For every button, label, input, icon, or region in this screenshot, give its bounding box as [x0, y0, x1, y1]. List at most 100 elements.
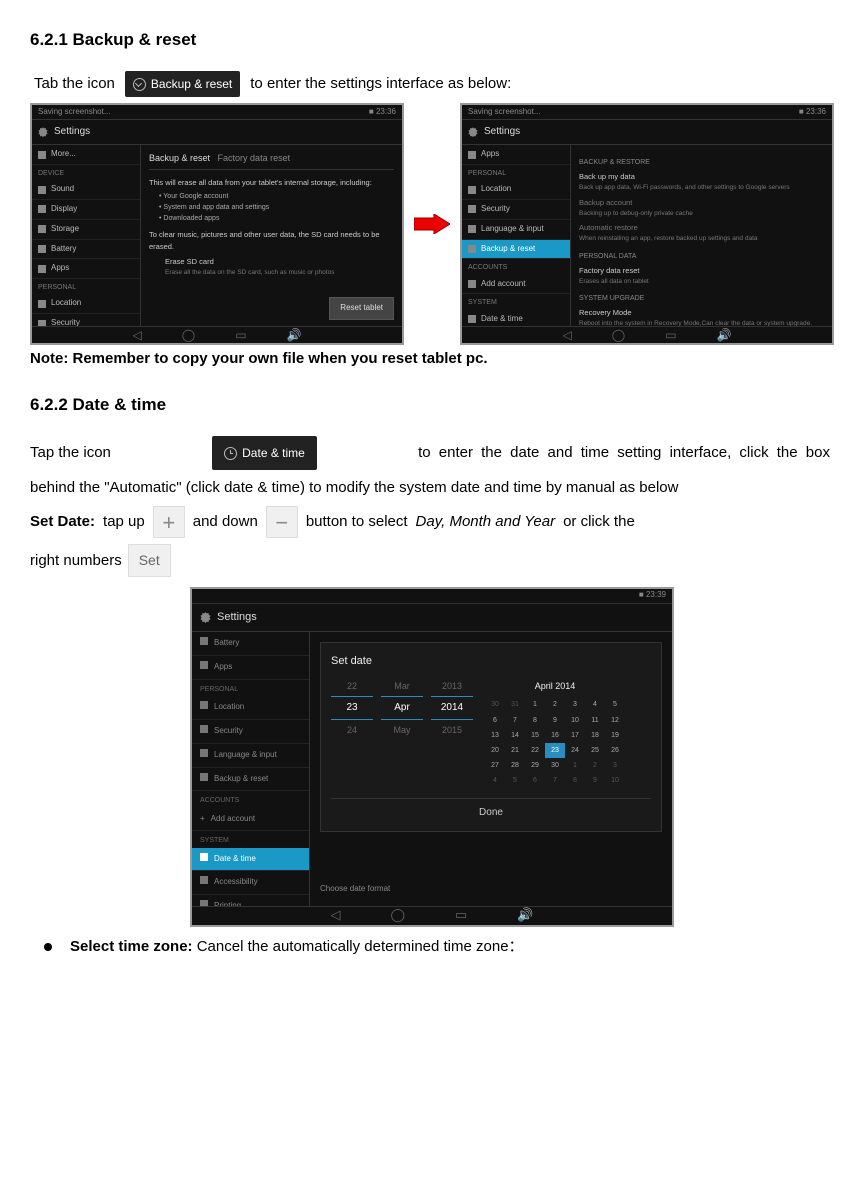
sidebar-item: Security	[192, 720, 309, 744]
panel-header: Backup & reset Factory data reset	[149, 151, 394, 169]
panel-caption: Choose date format	[320, 883, 662, 896]
backup-reset-icon-button: Backup & reset	[125, 71, 240, 97]
status-bar: ■ 23:39	[192, 589, 672, 604]
row-title: Back up my data	[579, 171, 824, 183]
gear-icon	[38, 127, 48, 137]
year-spinner: 2013 2014 2015	[431, 679, 473, 789]
sidebar-cat: PERSONAL	[192, 680, 309, 696]
plus-icon-button: +	[153, 506, 185, 538]
section-label: BACKUP & RESTORE	[579, 157, 824, 168]
screenshot-set-date: ■ 23:39 Settings Battery Apps PERSONAL L…	[190, 587, 674, 927]
sidebar-item: +Add account	[192, 808, 309, 832]
red-arrow-icon	[414, 209, 450, 239]
paragraph: Tap the icon Date & time to enter the da…	[30, 436, 834, 470]
note-text: Note: Remember to copy your own file whe…	[30, 347, 834, 371]
set-button: Set	[128, 544, 171, 576]
bullet-item: Select time zone: Cancel the automatical…	[30, 935, 834, 959]
row-sub: When reinstalling an app, restore backed…	[579, 234, 824, 244]
minus-icon-button: −	[266, 506, 298, 538]
status-bar: Saving screenshot...■ 23:36	[32, 105, 402, 120]
status-text: Saving screenshot...	[468, 106, 540, 119]
sidebar-cat: DEVICE	[32, 165, 140, 180]
date-spinners: 22 23 24 Mar Apr May 2013 2014 2015	[331, 679, 473, 789]
screenshot-backup-reset-confirm: Saving screenshot...■ 23:36 Settings Mor…	[30, 103, 404, 345]
text: or click the	[563, 510, 635, 534]
reset-tablet-button: Reset tablet	[329, 297, 394, 320]
sidebar-cat: PERSONAL	[32, 279, 140, 294]
sidebar-item: Accessibility	[192, 871, 309, 895]
text: to enter the date and time setting inter…	[418, 441, 830, 465]
sidebar-item: Storage	[32, 220, 140, 240]
sidebar-item: Language & input	[192, 744, 309, 768]
calendar-grid: 3031123456789101112131415161718192021222…	[485, 697, 625, 788]
title-text: Settings	[484, 124, 520, 140]
sidebar: More... DEVICE Sound Display Storage Bat…	[32, 145, 141, 326]
paragraph: behind the "Automatic" (click date & tim…	[30, 476, 834, 500]
settings-title: Settings	[32, 120, 402, 145]
sidebar-item: Sound	[32, 180, 140, 200]
text: tap up	[103, 510, 145, 534]
sidebar-item: Display	[32, 200, 140, 220]
text: Tap the icon	[30, 441, 111, 465]
sidebar-item: Apps	[462, 145, 570, 165]
nav-bar: ◁◯▭🔊	[192, 906, 672, 925]
sidebar-item: Battery	[192, 632, 309, 656]
sidebar-item: Battery	[32, 240, 140, 260]
date-time-icon-button: Date & time	[212, 436, 317, 470]
text: right numbers	[30, 549, 122, 573]
title-text: Settings	[217, 609, 257, 627]
settings-title: Settings	[462, 120, 832, 145]
sidebar-item: Language & input	[462, 220, 570, 240]
intro-line: Tab the icon Backup & reset to enter the…	[30, 71, 834, 97]
sidebar-cat: PERSONAL	[462, 165, 570, 180]
sidebar-cat: SYSTEM	[462, 294, 570, 309]
sidebar-item: Apps	[192, 656, 309, 680]
screenshot-row: Saving screenshot...■ 23:36 Settings Mor…	[30, 103, 834, 345]
sidebar-item: Add account	[462, 275, 570, 295]
sidebar-item: Printing	[192, 895, 309, 906]
panel-text: This will erase all data from your table…	[149, 177, 394, 189]
done-button: Done	[331, 798, 651, 821]
sidebar: Battery Apps PERSONAL Location Security …	[192, 632, 310, 905]
gear-icon	[468, 127, 478, 137]
text: and down	[193, 510, 258, 534]
main-panel: Set date 22 23 24 Mar Apr May	[310, 632, 672, 905]
set-date-line: Set Date: tap up + and down − button to …	[30, 506, 834, 538]
status-time: ■ 23:36	[369, 106, 396, 119]
text: Tab the icon	[34, 72, 115, 96]
settings-title: Settings	[192, 604, 672, 633]
section-label: SYSTEM UPGRADE	[579, 293, 824, 304]
text: button to select	[306, 510, 408, 534]
sidebar-cat: SYSTEM	[192, 831, 309, 847]
row-sub: Erases all data on tablet	[579, 277, 824, 287]
day-spinner: 22 23 24	[331, 679, 373, 789]
row-title: Backup account	[579, 197, 824, 209]
sidebar-item-selected: Date & time	[192, 848, 309, 872]
set-date-dialog: Set date 22 23 24 Mar Apr May	[320, 642, 662, 832]
gear-icon	[200, 612, 211, 623]
section-heading: 6.2.2 Date & time	[30, 391, 834, 418]
row-sub: Back up app data, Wi-Fi passwords, and o…	[579, 183, 824, 193]
refresh-icon	[133, 78, 146, 91]
main-panel: BACKUP & RESTORE Back up my data Back up…	[571, 145, 832, 326]
sidebar-cat: ACCOUNTS	[192, 791, 309, 807]
dialog-title: Set date	[331, 653, 651, 671]
sidebar-item: Security	[32, 314, 140, 326]
panel-text: To clear music, pictures and other user …	[149, 229, 394, 253]
main-panel: Backup & reset Factory data reset This w…	[141, 145, 402, 326]
clock-icon	[224, 447, 237, 460]
row-title: Factory data reset	[579, 265, 824, 277]
bullet-text: Select time zone: Cancel the automatical…	[70, 935, 524, 959]
row-sub: Backing up to debug-only private cache	[579, 209, 824, 219]
status-bar: Saving screenshot...■ 23:36	[462, 105, 832, 120]
label: Backup & reset	[151, 75, 232, 94]
row-title: Automatic restore	[579, 222, 824, 234]
status-time: ■ 23:39	[639, 589, 666, 602]
nav-bar: ◁◯▭🔊	[462, 326, 832, 343]
title-text: Settings	[54, 124, 90, 140]
italic-text: Day, Month and Year	[416, 510, 556, 534]
calendar-title: April 2014	[485, 679, 625, 693]
sidebar-item: Date & time	[462, 310, 570, 327]
section-label: PERSONAL DATA	[579, 251, 824, 262]
sidebar-item: Location	[32, 294, 140, 314]
